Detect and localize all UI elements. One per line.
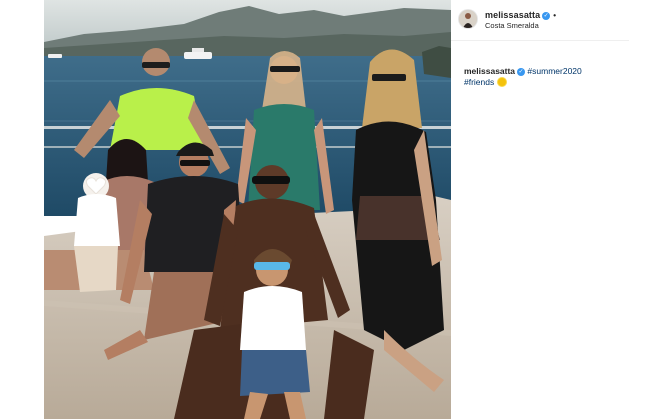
hashtag-friends[interactable]: #friends <box>464 77 494 87</box>
post-header: melissasatta ✓ • Costa Smeralda <box>451 0 629 41</box>
post-photo[interactable] <box>44 0 451 419</box>
sun-emoji-icon <box>497 78 506 86</box>
caption-verified-badge-icon: ✓ <box>517 67 526 76</box>
verified-badge-icon: ✓ <box>542 11 551 20</box>
post-sidebar: melissasatta ✓ • Costa Smeralda melissasat… <box>451 0 629 419</box>
caption-username[interactable]: melissasatta <box>464 66 515 76</box>
avatar[interactable] <box>459 10 477 28</box>
post-username-row: melissasatta ✓ • <box>485 10 556 20</box>
username-link[interactable]: melissasatta <box>485 10 540 20</box>
hashtag-summer2020[interactable]: #summer2020 <box>527 66 581 76</box>
separator-dot-icon: • <box>553 11 557 21</box>
location-link[interactable]: Costa Smeralda <box>485 21 539 30</box>
post-caption: melissasatta ✓ #summer2020 #friends <box>464 66 624 88</box>
